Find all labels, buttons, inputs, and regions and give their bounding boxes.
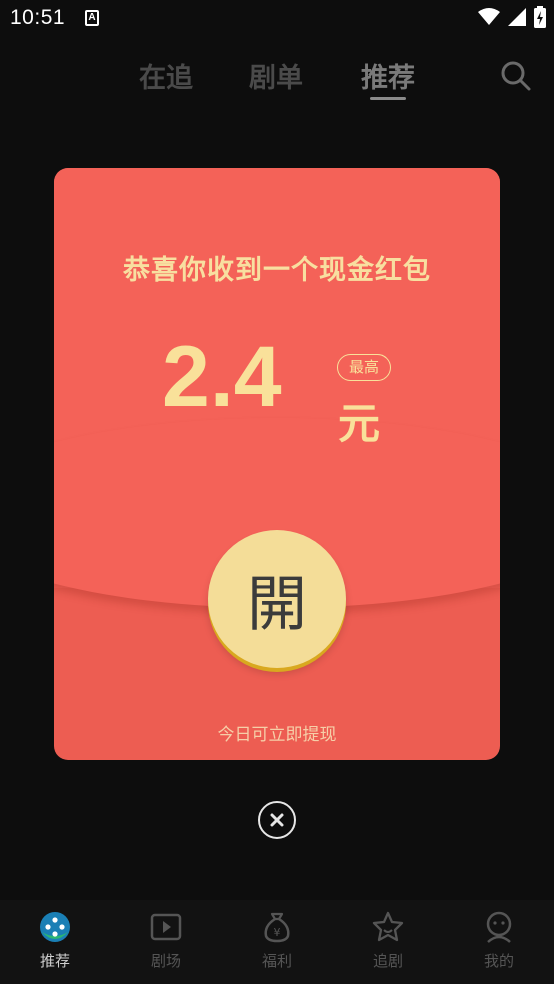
signal-icon: [508, 8, 526, 26]
packet-title: 恭喜你收到一个现金红包: [123, 255, 431, 286]
nav-profile[interactable]: 我的: [444, 910, 554, 980]
notification-icon: A: [85, 10, 99, 26]
nav-following[interactable]: 追剧: [333, 910, 443, 980]
nav-theater[interactable]: 剧场: [111, 910, 221, 980]
star-icon: [372, 911, 404, 942]
amount-unit: 元: [338, 399, 381, 448]
tab-playlist[interactable]: 剧单: [249, 56, 303, 95]
amount-value: 2.4: [162, 329, 282, 425]
search-icon[interactable]: [500, 60, 532, 92]
screen: 10:51 A 在追 剧单 推荐 恭喜你收到一个现金红包 2.4 最高 元 開 …: [0, 0, 554, 984]
bottom-nav: 推荐 剧场 ¥ 福利 追剧 我的: [0, 900, 554, 984]
max-badge: 最高: [337, 354, 391, 381]
status-bar: 10:51 A: [0, 0, 554, 36]
nav-label: 福利: [261, 952, 292, 970]
wifi-icon: [478, 8, 500, 25]
nav-recommend[interactable]: 推荐: [0, 910, 110, 980]
nav-label: 推荐: [39, 952, 70, 970]
status-icons: [478, 6, 546, 28]
active-tab-indicator: [370, 97, 406, 100]
close-button[interactable]: [258, 801, 296, 839]
tab-recommend[interactable]: 推荐: [361, 56, 415, 95]
status-time: 10:51: [10, 6, 66, 29]
recommend-icon: [40, 912, 70, 942]
battery-icon: [534, 6, 546, 28]
withdraw-note: 今日可立即提现: [217, 725, 337, 745]
red-packet-card: 恭喜你收到一个现金红包 2.4 最高 元 開 今日可立即提现: [54, 168, 500, 760]
close-icon: [270, 813, 284, 827]
nav-label: 追剧: [372, 952, 403, 970]
nav-label: 我的: [483, 952, 514, 970]
tab-following[interactable]: 在追: [139, 56, 193, 95]
open-button[interactable]: 開: [208, 530, 346, 668]
top-tabs: 在追 剧单 推荐: [0, 52, 554, 102]
money-bag-icon: ¥: [264, 912, 290, 943]
nav-welfare[interactable]: ¥ 福利: [222, 910, 332, 980]
nav-label: 剧场: [150, 952, 181, 970]
open-button-label: 開: [247, 569, 307, 640]
theater-play-icon: [150, 913, 182, 941]
svg-text:¥: ¥: [274, 926, 281, 939]
profile-icon: [486, 911, 512, 943]
